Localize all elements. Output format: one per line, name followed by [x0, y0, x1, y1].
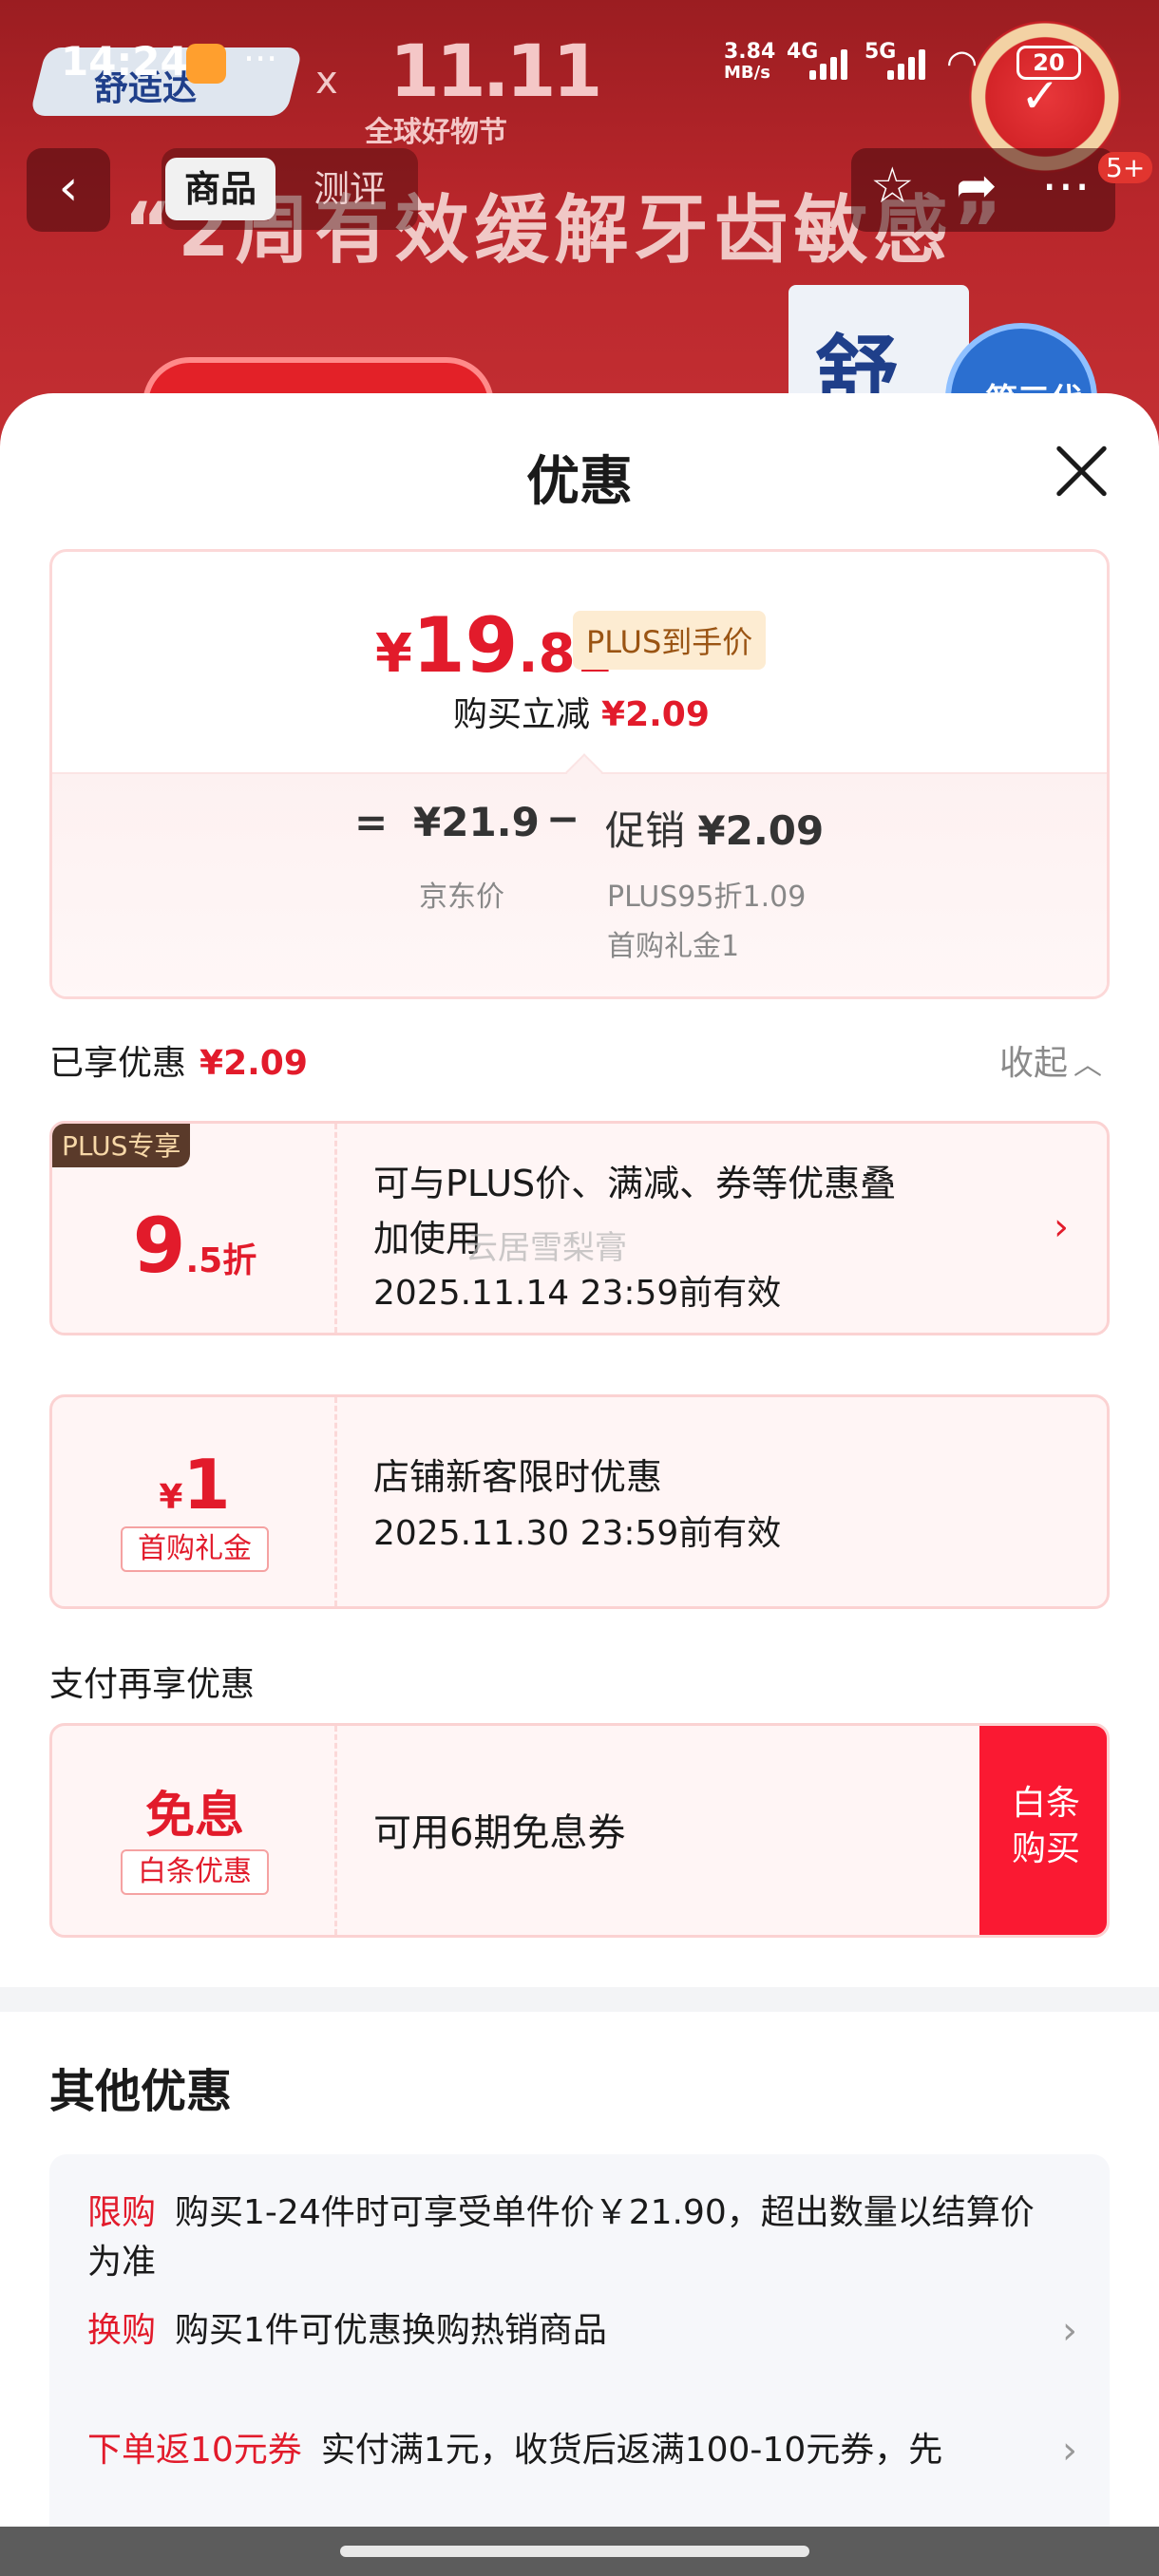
first-purchase-gift-coupon: ¥1 首购礼金 店铺新客限时优惠 2025.11.30 23:59前有效	[49, 1394, 1110, 1609]
product-nav-bar: ‹ 商品 测评 ☆ ➦ ⋯	[0, 142, 1159, 237]
pay-section-title: 支付再享优惠	[49, 1665, 256, 1704]
other-offers-title: 其他优惠	[49, 2065, 233, 2118]
chevron-right-icon: ›	[1062, 2309, 1077, 2353]
list-item: 限购 购买1-24件时可享受单件价￥21.90，超出数量以结算价为准	[87, 2193, 1035, 2282]
price-breakdown-card: ¥19.81 PLUS到手价 购买立减 ¥2.09 = ¥21.9 京东价 − 促…	[49, 549, 1110, 999]
coupon-value-area: 免息 白条优惠	[52, 1726, 337, 1935]
promo-value: 促销 ¥2.09	[605, 807, 825, 854]
nav-actions: ☆ ➦ ⋯	[851, 148, 1115, 232]
baitiao-tag: 白条优惠	[121, 1849, 269, 1895]
promo-detail-plus: PLUS95折1.09	[607, 881, 807, 914]
plus-price-tag: PLUS到手价	[573, 611, 767, 670]
status-bar: 14:24 ··· 3.84 MB/s 4G 5G ◠ 20	[0, 0, 1159, 114]
first-purchase-gift-tag: 首购礼金	[121, 1526, 269, 1572]
status-time: 14:24	[61, 38, 188, 85]
minus-sign: −	[546, 795, 580, 842]
list-item[interactable]: 下单返10元券 实付满1元，收货后返满100-10元券，先 ›	[87, 2426, 1077, 2475]
equals-sign: =	[354, 799, 389, 845]
list-item[interactable]: 换购 购买1件可优惠换购热销商品 ›	[87, 2306, 1077, 2356]
tab-reviews[interactable]: 测评	[294, 158, 405, 220]
chevron-right-icon: ›	[1054, 1205, 1069, 1249]
gesture-bar	[0, 2527, 1159, 2576]
interest-free-label: 免息	[144, 1788, 244, 1845]
favorite-star-icon[interactable]: ☆	[870, 158, 915, 215]
enjoyed-discount: 已享优惠 ¥2.09	[49, 1044, 308, 1083]
offers-sheet: 优惠 ¥19.81 PLUS到手价 购买立减 ¥2.09 = ¥21.9 京东价 …	[0, 393, 1159, 2576]
home-indicator[interactable]	[340, 2546, 809, 2557]
coupon-value-area: PLUS专享 9.5折	[52, 1124, 337, 1333]
jd-price-value: ¥21.9	[413, 799, 540, 845]
close-icon[interactable]	[1051, 441, 1112, 502]
collapse-button[interactable]: 收起 ︿	[999, 1035, 1102, 1085]
promo-detail-gift: 首购礼金1	[607, 930, 740, 963]
section-divider	[0, 1987, 1159, 2012]
chevron-right-icon: ›	[1062, 2429, 1077, 2472]
battery-icon: 20	[1016, 46, 1081, 80]
interest-free-coupon: 免息 白条优惠 可用6期免息券 白条 购买	[49, 1723, 1110, 1938]
coupon-description: 店铺新客限时优惠 2025.11.30 23:59前有效	[373, 1456, 782, 1553]
instant-reduction: 购买立减 ¥2.09	[453, 695, 710, 734]
discount-value: 9.5折	[132, 1202, 257, 1290]
tab-product[interactable]: 商品	[165, 158, 276, 220]
signal-bars-icon	[809, 47, 857, 80]
plus-exclusive-tag: PLUS专享	[52, 1124, 191, 1167]
coupon-description: 可与PLUS价、满减、券等优惠叠 加使用 2025.11.14 23:59前有效	[373, 1163, 897, 1313]
coupon-description: 可用6期免息券	[373, 1811, 626, 1855]
other-offers-list: 限购 购买1-24件时可享受单件价￥21.90，超出数量以结算价为准 换购 购买1件…	[49, 2154, 1110, 2576]
jd-price-label: 京东价	[419, 881, 504, 914]
share-icon[interactable]: ➦	[956, 158, 998, 215]
signal-bars-icon	[887, 47, 935, 80]
message-count-badge: 5+	[1098, 152, 1153, 183]
watermark: 云居雪梨膏	[466, 1229, 627, 1267]
product-tabs: 商品 测评	[162, 148, 418, 230]
wifi-icon: ◠	[946, 42, 978, 84]
network-speed: 3.84 MB/s	[724, 40, 776, 84]
more-notifications-icon: ···	[243, 38, 278, 80]
shopping-app-icon	[186, 44, 226, 84]
sheet-title: 优惠	[526, 451, 633, 513]
chevron-up-icon: ︿	[1074, 1049, 1103, 1082]
price-formula-area	[52, 772, 1107, 996]
back-button[interactable]: ‹	[27, 148, 110, 232]
more-menu-icon[interactable]: ⋯	[1041, 158, 1091, 215]
coupon-value-area: ¥1 首购礼金	[52, 1397, 337, 1606]
gift-amount: ¥1	[159, 1445, 231, 1525]
baitiao-buy-button[interactable]: 白条 购买	[979, 1726, 1107, 1935]
